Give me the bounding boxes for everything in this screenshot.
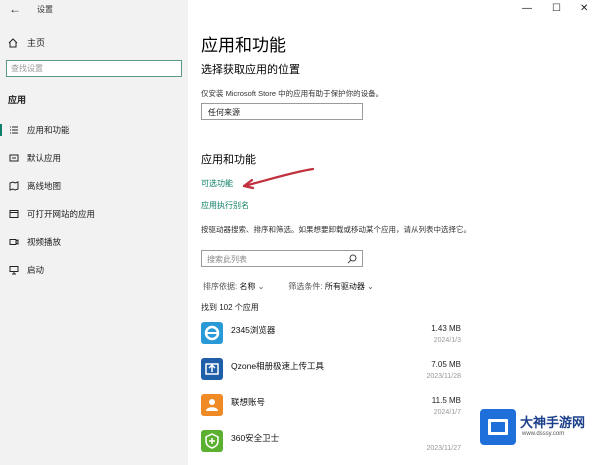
app-date: 2023/11/27 bbox=[426, 445, 461, 452]
account-app-icon bbox=[201, 394, 223, 416]
app-size: 11.5 MB bbox=[431, 396, 461, 405]
close-button[interactable]: ✕ bbox=[580, 3, 588, 14]
sort-label: 排序依据: bbox=[203, 282, 238, 291]
sidebar-item-label: 可打开网站的应用 bbox=[27, 209, 96, 219]
maximize-button[interactable]: ☐ bbox=[552, 3, 561, 14]
sidebar-item-web-apps[interactable]: 可打开网站的应用 bbox=[0, 206, 188, 222]
source-hint: 仅安装 Microsoft Store 中的应用有助于保护你的设备。 bbox=[201, 89, 384, 98]
app-date: 2023/11/28 bbox=[426, 373, 461, 380]
video-icon bbox=[9, 239, 19, 245]
security-app-icon bbox=[201, 430, 223, 452]
minimize-button[interactable]: — bbox=[522, 3, 532, 14]
sort-value: 名称 bbox=[239, 282, 256, 291]
photo-upload-app-icon bbox=[201, 358, 223, 380]
sidebar-item-offline-maps[interactable]: 离线地图 bbox=[0, 178, 188, 194]
sidebar-item-label: 主页 bbox=[27, 38, 46, 48]
browser-app-icon bbox=[201, 322, 223, 344]
filter-value: 所有驱动器 bbox=[324, 282, 365, 291]
default-apps-icon bbox=[9, 154, 19, 162]
sidebar-item-home[interactable]: 主页 bbox=[8, 36, 45, 49]
sidebar-item-default-apps[interactable]: 默认应用 bbox=[0, 150, 188, 166]
list-item[interactable]: Qzone相册极速上传工具 7.05 MB 2023/11/28 bbox=[201, 358, 461, 394]
app-execution-aliases-link[interactable]: 应用执行别名 bbox=[201, 200, 249, 211]
app-size: 7.05 MB bbox=[431, 360, 461, 369]
list-item[interactable]: 360安全卫士 2023/11/27 bbox=[201, 430, 461, 465]
web-apps-icon bbox=[9, 210, 19, 218]
list-item[interactable]: 2345浏览器 1.43 MB 2024/1/3 bbox=[201, 322, 461, 358]
sidebar-item-apps-features[interactable]: 应用和功能 bbox=[0, 122, 188, 138]
back-arrow-icon[interactable]: ← bbox=[9, 2, 21, 16]
sidebar: ← 设置 主页 查找设置 应用 应用和功能 默认应用 离线地图 可打开网站的应用… bbox=[0, 0, 188, 465]
main-panel: — ☐ ✕ 应用和功能 选择获取应用的位置 仅安装 Microsoft Stor… bbox=[188, 0, 596, 465]
sidebar-item-label: 视频播放 bbox=[27, 237, 62, 247]
app-name: 2345浏览器 bbox=[231, 325, 276, 335]
sidebar-item-video-playback[interactable]: 视频播放 bbox=[0, 234, 188, 250]
watermark-text: 大神手游网 bbox=[520, 415, 586, 430]
sidebar-item-label: 应用和功能 bbox=[27, 125, 70, 135]
app-size: 1.43 MB bbox=[431, 324, 461, 333]
app-date: 2024/1/7 bbox=[433, 409, 461, 416]
sidebar-item-startup[interactable]: 启动 bbox=[0, 262, 188, 278]
settings-search-input[interactable]: 查找设置 bbox=[6, 60, 182, 77]
filter-label: 筛选条件: bbox=[288, 282, 323, 291]
home-icon bbox=[8, 37, 18, 47]
page-title: 应用和功能 bbox=[201, 36, 286, 55]
app-count: 找到 102 个应用 bbox=[201, 303, 259, 312]
list-item[interactable]: 联想账号 11.5 MB 2024/1/7 bbox=[201, 394, 461, 430]
source-section-title: 选择获取应用的位置 bbox=[201, 64, 300, 76]
sidebar-item-label: 默认应用 bbox=[27, 153, 62, 163]
sidebar-section-title: 应用 bbox=[8, 95, 27, 105]
map-icon bbox=[9, 181, 19, 191]
app-name: 联想账号 bbox=[231, 397, 266, 407]
site-watermark: 大神手游网 www.dsssy.com bbox=[480, 409, 592, 445]
sidebar-item-label: 离线地图 bbox=[27, 181, 62, 191]
chevron-down-icon: ⌄ bbox=[208, 106, 215, 115]
window-title: 设置 bbox=[37, 5, 53, 14]
app-name: 360安全卫士 bbox=[231, 433, 280, 443]
app-date: 2024/1/3 bbox=[433, 337, 461, 344]
search-placeholder: 查找设置 bbox=[11, 64, 43, 73]
app-name: Qzone相册极速上传工具 bbox=[231, 361, 325, 371]
app-source-dropdown[interactable]: 任何来源 ⌄ bbox=[201, 103, 363, 120]
startup-icon bbox=[9, 266, 19, 275]
search-placeholder: 搜索此列表 bbox=[207, 255, 247, 264]
watermark-logo-icon bbox=[480, 409, 516, 445]
watermark-url: www.dsssy.com bbox=[522, 431, 565, 437]
list-icon bbox=[10, 126, 18, 134]
app-list-search-input[interactable]: 搜索此列表 bbox=[201, 250, 363, 267]
sort-dropdown[interactable]: 排序依据: 名称 ⌄ bbox=[203, 281, 264, 292]
sidebar-item-label: 启动 bbox=[27, 265, 45, 275]
search-icon bbox=[347, 254, 357, 264]
sort-filter-bar: 排序依据: 名称 ⌄ 筛选条件: 所有驱动器 ⌄ bbox=[203, 281, 374, 292]
apps-description: 按驱动器搜索、排序和筛选。如果想要卸载或移动某个应用，请从列表中选择它。 bbox=[201, 225, 471, 234]
optional-features-link[interactable]: 可选功能 bbox=[201, 178, 233, 189]
chevron-down-icon: ⌄ bbox=[257, 282, 265, 291]
chevron-down-icon: ⌄ bbox=[367, 282, 374, 291]
annotation-arrow-icon bbox=[242, 167, 315, 190]
filter-dropdown[interactable]: 筛选条件: 所有驱动器 ⌄ bbox=[288, 281, 373, 292]
